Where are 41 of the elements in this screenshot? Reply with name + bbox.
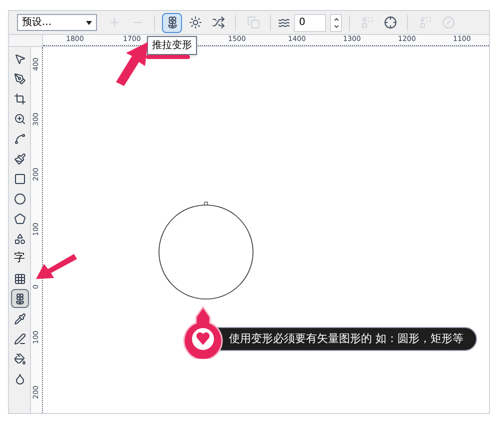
curve-icon — [14, 132, 26, 144]
dropdown-value: 预设... — [22, 16, 52, 30]
rectangle-icon — [14, 172, 26, 184]
crossed-arrows-icon — [212, 16, 224, 29]
circle-icon — [442, 16, 454, 29]
text-tool[interactable]: 字 — [10, 249, 28, 268]
table-icon — [14, 272, 26, 284]
tooltip: 推拉变形 — [147, 36, 197, 55]
pen-icon — [14, 72, 26, 84]
flower-icon — [166, 16, 178, 29]
up-chevron-icon — [332, 16, 340, 22]
crosshair-icon — [384, 16, 396, 29]
copy-icon — [246, 16, 260, 29]
callout-text: 使用变形必须要有矢量图形的 如：圆形，矩形等 — [229, 330, 464, 347]
flower-tool[interactable] — [10, 289, 28, 308]
paint-bucket-icon — [14, 352, 26, 364]
squares-icon — [418, 16, 432, 29]
pointer-arrow — [34, 252, 78, 282]
spinner-button[interactable] — [330, 14, 342, 32]
brush-icon — [14, 152, 26, 164]
starburst-icon — [188, 16, 202, 29]
shapes-icon — [14, 232, 26, 244]
plus-icon — [108, 16, 120, 29]
eyedropper-icon — [14, 312, 26, 324]
wave-icon — [278, 16, 290, 28]
pen-nib-icon — [14, 332, 26, 344]
heart-marker-icon — [182, 305, 224, 359]
down-chevron-icon — [332, 22, 340, 30]
ellipse-icon — [14, 192, 26, 204]
underline-stroke — [146, 54, 190, 60]
crop-icon — [14, 92, 26, 104]
polygon-icon — [14, 212, 26, 224]
flower-button[interactable] — [162, 12, 182, 32]
zoom-icon — [14, 112, 26, 124]
amplitude-field[interactable]: 0 — [294, 14, 326, 32]
pointer-icon — [14, 52, 26, 64]
preset-dropdown[interactable]: 预设... — [17, 14, 97, 31]
caret-icon — [86, 20, 92, 24]
flower-icon — [14, 292, 26, 304]
droplet-icon — [14, 372, 26, 384]
squares-icon — [360, 16, 374, 29]
